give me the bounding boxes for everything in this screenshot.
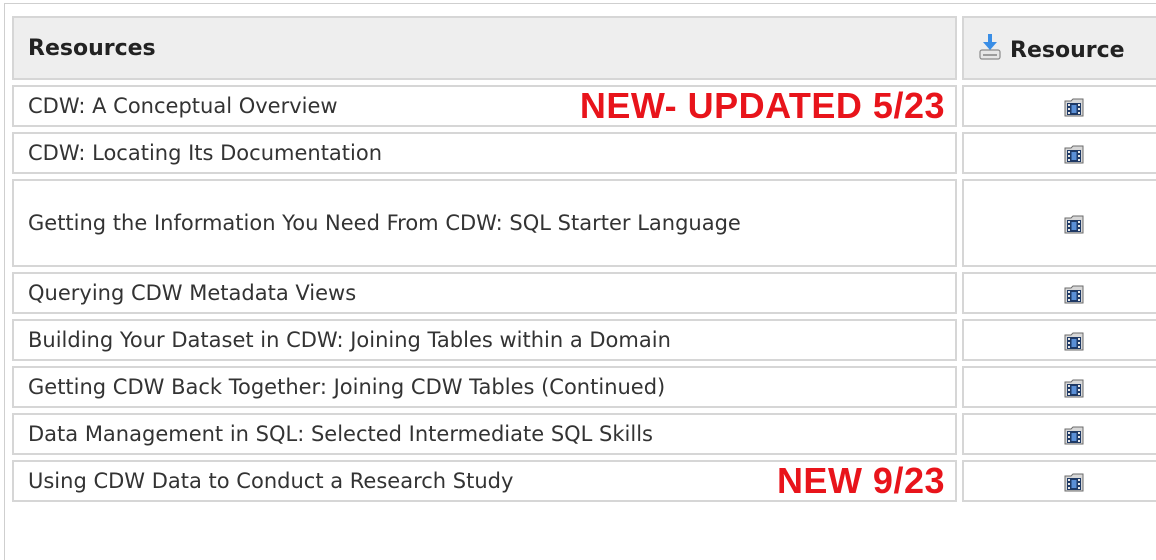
resources-column-header[interactable]: Resources [12,16,957,80]
resource-icon-cell [962,460,1156,502]
resource-title-link[interactable]: CDW: Locating Its Documentation [28,141,382,165]
table-row: Querying CDW Metadata Views [12,272,1156,314]
new-badge: NEW- UPDATED 5/23 [579,85,945,126]
resource-title-link[interactable]: Getting the Information You Need From CD… [28,211,741,235]
resource-title-link[interactable]: Querying CDW Metadata Views [28,281,356,305]
resource-icon-cell [962,179,1156,267]
resource-title-link[interactable]: Building Your Dataset in CDW: Joining Ta… [28,328,671,352]
resource-icon-cell [962,413,1156,455]
resource-title-link[interactable]: Using CDW Data to Conduct a Research Stu… [28,469,513,493]
resource-icon-cell [962,85,1156,127]
video-file-icon[interactable] [1063,283,1085,305]
video-file-icon[interactable] [1063,330,1085,352]
video-file-icon[interactable] [1063,213,1085,235]
table-row: Data Management in SQL: Selected Interme… [12,413,1156,455]
table-header-row: Resources Resource [12,16,1156,80]
table-row: Getting CDW Back Together: Joining CDW T… [12,366,1156,408]
video-file-icon[interactable] [1063,96,1085,118]
video-file-icon[interactable] [1063,471,1085,493]
resource-title-cell: CDW: Locating Its Documentation [12,132,957,174]
resource-title-cell: Getting the Information You Need From CD… [12,179,957,267]
resource-title-cell: Data Management in SQL: Selected Interme… [12,413,957,455]
resources-table: Resources Resource CDW: A Conceptual Ove… [7,11,1156,507]
resource-title-cell: Using CDW Data to Conduct a Research Stu… [12,460,957,502]
new-badge: NEW 9/23 [776,460,945,501]
resource-column-header[interactable]: Resource [962,16,1156,80]
video-file-icon[interactable] [1063,377,1085,399]
resource-title-link[interactable]: CDW: A Conceptual Overview [28,94,338,118]
table-row: Using CDW Data to Conduct a Research Stu… [12,460,1156,502]
download-icon [979,34,1001,60]
resource-title-link[interactable]: Data Management in SQL: Selected Interme… [28,422,653,446]
table-row: Getting the Information You Need From CD… [12,179,1156,267]
resource-title-cell: Building Your Dataset in CDW: Joining Ta… [12,319,957,361]
resource-title-cell: Getting CDW Back Together: Joining CDW T… [12,366,957,408]
video-file-icon[interactable] [1063,424,1085,446]
panel-top-border [4,3,1156,4]
resource-title-cell: Querying CDW Metadata Views [12,272,957,314]
table-row: CDW: A Conceptual Overview NEW- UPDATED … [12,85,1156,127]
resource-icon-cell [962,366,1156,408]
video-file-icon[interactable] [1063,143,1085,165]
resource-title-cell: CDW: A Conceptual Overview NEW- UPDATED … [12,85,957,127]
resource-column-label: Resource [1010,38,1125,63]
resource-icon-cell [962,272,1156,314]
resource-title-link[interactable]: Getting CDW Back Together: Joining CDW T… [28,375,665,399]
table-row: Building Your Dataset in CDW: Joining Ta… [12,319,1156,361]
panel-left-border [4,3,5,560]
resource-icon-cell [962,132,1156,174]
resources-panel: Resources Resource CDW: A Conceptual Ove… [0,0,1156,560]
table-row: CDW: Locating Its Documentation [12,132,1156,174]
resource-icon-cell [962,319,1156,361]
